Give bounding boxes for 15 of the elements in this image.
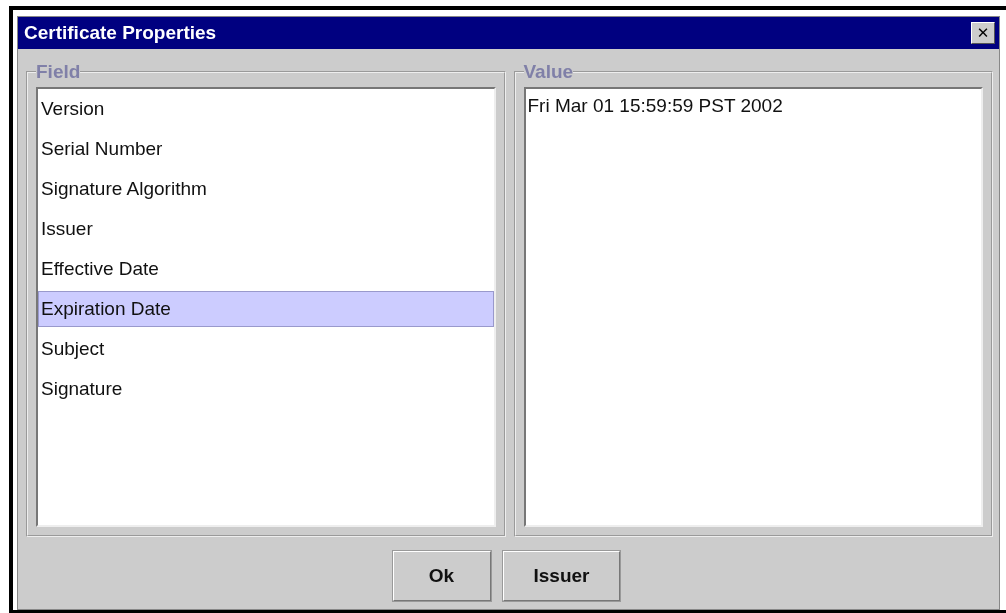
group-title: Value [523, 61, 574, 83]
list-item[interactable]: Effective Date [38, 251, 494, 287]
list-item[interactable]: Signature Algorithm [38, 171, 494, 207]
issuer-button[interactable]: Issuer [502, 551, 621, 601]
list-item[interactable]: Serial Number [38, 131, 494, 167]
ok-button[interactable]: Ok [392, 551, 491, 601]
list-item[interactable]: Expiration Date [38, 291, 494, 327]
list-item[interactable]: Issuer [38, 211, 494, 247]
group-title: Field [36, 61, 81, 83]
close-button[interactable]: ✕ [971, 22, 995, 44]
list-item[interactable]: Signature [38, 371, 494, 407]
list-item[interactable]: Subject [38, 331, 494, 367]
window-title: Certificate Properties [24, 22, 217, 44]
value-text: Fri Mar 01 15:59:59 PST 2002 [526, 94, 784, 118]
list-item[interactable]: Version [38, 91, 494, 127]
